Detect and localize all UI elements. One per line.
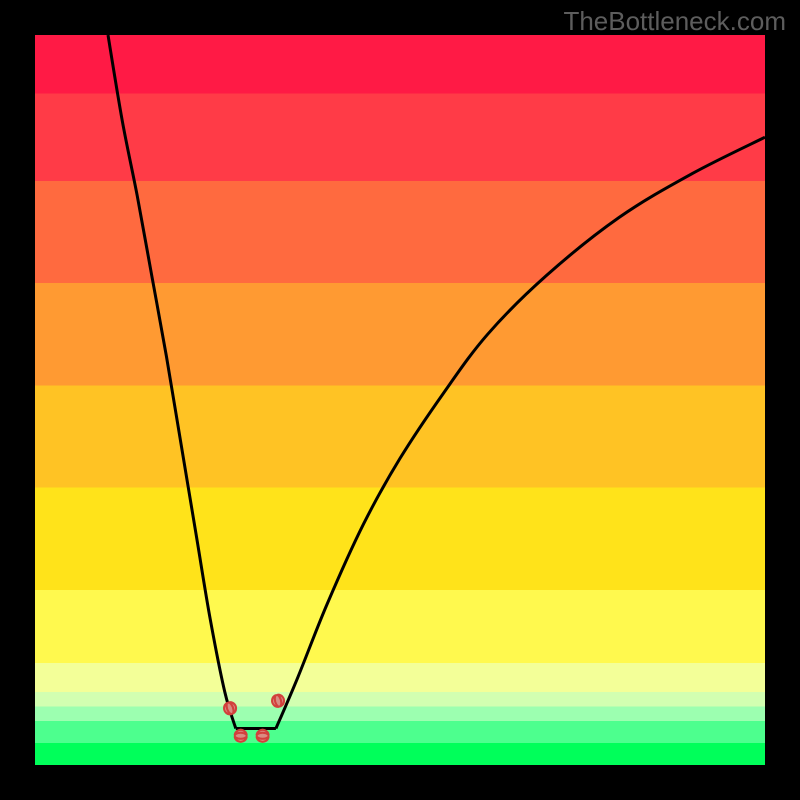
plot-area — [35, 35, 765, 765]
watermark-text: TheBottleneck.com — [563, 6, 786, 37]
chart-frame: TheBottleneck.com — [0, 0, 800, 800]
